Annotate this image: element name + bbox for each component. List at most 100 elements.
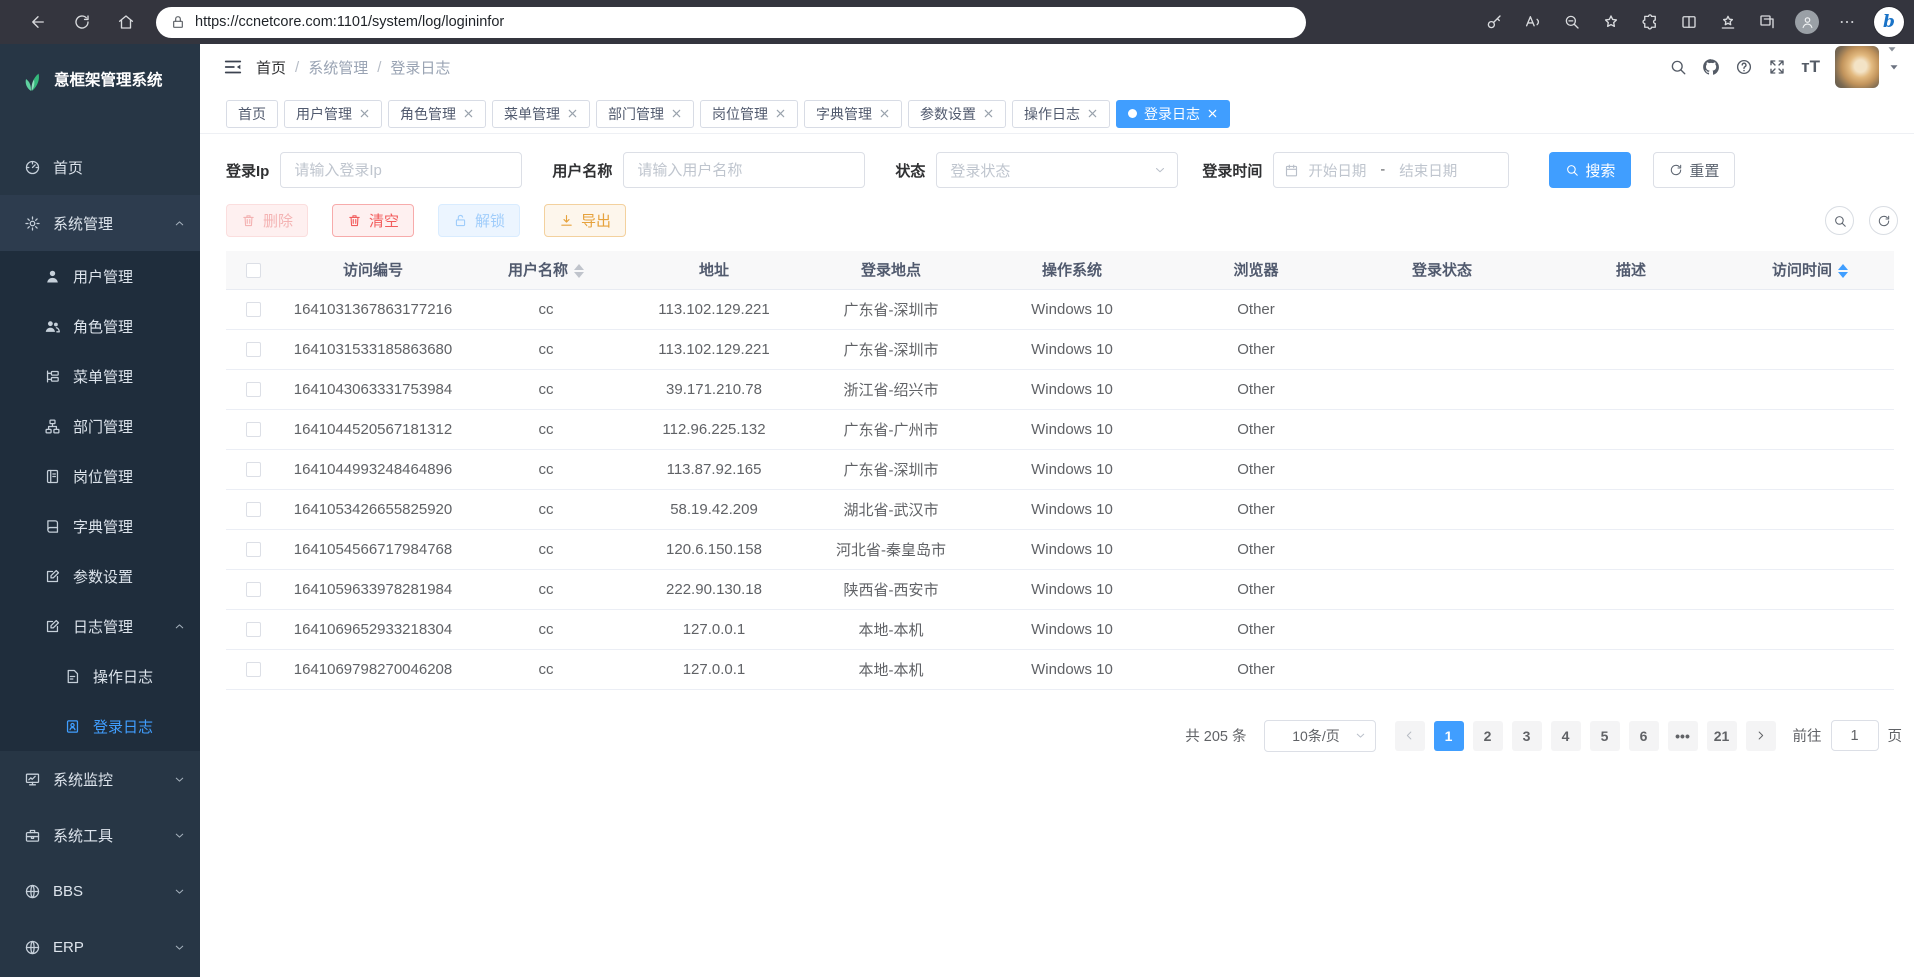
collections-icon[interactable] bbox=[1756, 11, 1778, 33]
table-cell: 120.6.150.158 bbox=[626, 529, 802, 569]
split-screen-icon[interactable] bbox=[1678, 11, 1700, 33]
font-size-icon[interactable]: тT bbox=[1801, 57, 1820, 77]
close-tab-icon[interactable] bbox=[463, 108, 474, 119]
row-checkbox[interactable] bbox=[246, 582, 261, 597]
tab-post[interactable]: 岗位管理 bbox=[700, 100, 798, 128]
prev-page-button[interactable] bbox=[1395, 721, 1425, 751]
page-button-6[interactable]: 6 bbox=[1629, 721, 1659, 751]
favorites-bar-icon[interactable] bbox=[1717, 11, 1739, 33]
ip-filter-input[interactable] bbox=[280, 152, 522, 188]
tab-dept[interactable]: 部门管理 bbox=[596, 100, 694, 128]
sidebar-item-dept[interactable]: 部门管理 bbox=[0, 401, 200, 451]
close-tab-icon[interactable] bbox=[983, 108, 994, 119]
page-button-2[interactable]: 2 bbox=[1473, 721, 1503, 751]
user-menu-caret-icon[interactable] bbox=[1888, 61, 1900, 73]
more-pages-button[interactable]: ••• bbox=[1668, 721, 1698, 751]
sidebar-item-loginlog[interactable]: 登录日志 bbox=[0, 701, 200, 751]
row-checkbox[interactable] bbox=[246, 462, 261, 477]
sidebar-item-role[interactable]: 角色管理 bbox=[0, 301, 200, 351]
sidebar-item-operlog[interactable]: 操作日志 bbox=[0, 651, 200, 701]
row-checkbox[interactable] bbox=[246, 662, 261, 677]
sidebar-item-post[interactable]: 岗位管理 bbox=[0, 451, 200, 501]
row-checkbox[interactable] bbox=[246, 502, 261, 517]
row-checkbox[interactable] bbox=[246, 622, 261, 637]
favorite-star-icon[interactable] bbox=[1600, 11, 1622, 33]
close-tab-icon[interactable] bbox=[1087, 108, 1098, 119]
search-icon[interactable] bbox=[1669, 58, 1687, 76]
zoom-out-icon[interactable] bbox=[1561, 11, 1583, 33]
bing-icon[interactable]: b bbox=[1874, 7, 1904, 37]
tab-menu[interactable]: 菜单管理 bbox=[492, 100, 590, 128]
username-filter-input[interactable] bbox=[623, 152, 865, 188]
home-icon[interactable] bbox=[115, 11, 137, 33]
page-button-21[interactable]: 21 bbox=[1707, 721, 1737, 751]
close-tab-icon[interactable] bbox=[1207, 108, 1218, 119]
extensions-puzzle-icon[interactable] bbox=[1639, 11, 1661, 33]
password-key-icon[interactable] bbox=[1483, 11, 1505, 33]
page-size-select[interactable]: 10条/页 bbox=[1264, 720, 1376, 752]
row-checkbox[interactable] bbox=[246, 302, 261, 317]
row-checkbox[interactable] bbox=[246, 422, 261, 437]
tab-home[interactable]: 首页 bbox=[226, 100, 278, 128]
read-aloud-icon[interactable] bbox=[1522, 11, 1544, 33]
unlock-button[interactable]: 解锁 bbox=[438, 204, 520, 237]
select-all-checkbox[interactable] bbox=[246, 263, 261, 278]
refresh-icon[interactable] bbox=[71, 11, 93, 33]
time-range-picker[interactable]: 开始日期 - 结束日期 bbox=[1273, 152, 1509, 188]
app-logo[interactable]: 意框架管理系统 bbox=[0, 44, 200, 114]
clear-button[interactable]: 清空 bbox=[332, 204, 414, 237]
show-search-toggle-button[interactable] bbox=[1825, 206, 1854, 235]
page-button-1[interactable]: 1 bbox=[1434, 721, 1464, 751]
user-avatar[interactable] bbox=[1835, 46, 1879, 88]
next-page-button[interactable] bbox=[1746, 721, 1776, 751]
profile-icon[interactable] bbox=[1795, 10, 1819, 34]
collapse-sidebar-icon[interactable] bbox=[222, 56, 244, 78]
breadcrumb-home[interactable]: 首页 bbox=[256, 57, 286, 78]
row-checkbox[interactable] bbox=[246, 542, 261, 557]
sidebar-item-bbs[interactable]: BBS bbox=[0, 863, 200, 919]
sidebar-item-param[interactable]: 参数设置 bbox=[0, 551, 200, 601]
close-tab-icon[interactable] bbox=[567, 108, 578, 119]
close-tab-icon[interactable] bbox=[775, 108, 786, 119]
more-dots-icon[interactable] bbox=[1836, 11, 1858, 33]
search-button[interactable]: 搜索 bbox=[1549, 152, 1631, 188]
tab-loginlog[interactable]: 登录日志 bbox=[1116, 100, 1230, 128]
row-checkbox[interactable] bbox=[246, 342, 261, 357]
tab-operlog[interactable]: 操作日志 bbox=[1012, 100, 1110, 128]
sidebar-item-monitor[interactable]: 系统监控 bbox=[0, 751, 200, 807]
reset-button[interactable]: 重置 bbox=[1653, 152, 1735, 188]
page-button-5[interactable]: 5 bbox=[1590, 721, 1620, 751]
sort-carets-icon[interactable] bbox=[1838, 264, 1848, 278]
back-icon[interactable] bbox=[27, 11, 49, 33]
refresh-table-button[interactable] bbox=[1869, 206, 1898, 235]
sidebar-item-system[interactable]: 系统管理 bbox=[0, 195, 200, 251]
sidebar-item-menu[interactable]: 菜单管理 bbox=[0, 351, 200, 401]
sort-carets-icon[interactable] bbox=[574, 264, 584, 278]
tab-param[interactable]: 参数设置 bbox=[908, 100, 1006, 128]
sidebar-item-tool[interactable]: 系统工具 bbox=[0, 807, 200, 863]
goto-page-input[interactable] bbox=[1831, 720, 1879, 751]
fullscreen-icon[interactable] bbox=[1768, 58, 1786, 76]
sidebar-item-erp[interactable]: ERP bbox=[0, 919, 200, 975]
tab-role[interactable]: 角色管理 bbox=[388, 100, 486, 128]
sidebar-item-home[interactable]: 首页 bbox=[0, 139, 200, 195]
page-button-4[interactable]: 4 bbox=[1551, 721, 1581, 751]
github-icon[interactable] bbox=[1702, 58, 1720, 76]
export-button[interactable]: 导出 bbox=[544, 204, 626, 237]
tab-dict[interactable]: 字典管理 bbox=[804, 100, 902, 128]
bing-dropdown-caret-icon[interactable] bbox=[1886, 42, 1898, 60]
sidebar-item-dict[interactable]: 字典管理 bbox=[0, 501, 200, 551]
close-tab-icon[interactable] bbox=[359, 108, 370, 119]
close-tab-icon[interactable] bbox=[671, 108, 682, 119]
delete-button[interactable]: 删除 bbox=[226, 204, 308, 237]
sidebar-item-log[interactable]: 日志管理 bbox=[0, 601, 200, 651]
status-filter-select[interactable]: 登录状态 bbox=[936, 152, 1178, 188]
row-checkbox[interactable] bbox=[246, 382, 261, 397]
question-help-icon[interactable] bbox=[1735, 58, 1753, 76]
page-button-3[interactable]: 3 bbox=[1512, 721, 1542, 751]
tab-user[interactable]: 用户管理 bbox=[284, 100, 382, 128]
close-tab-icon[interactable] bbox=[879, 108, 890, 119]
address-bar[interactable]: https://ccnetcore.com:1101/system/log/lo… bbox=[156, 7, 1306, 38]
sidebar-item-user[interactable]: 用户管理 bbox=[0, 251, 200, 301]
breadcrumb-system[interactable]: 系统管理 bbox=[308, 57, 368, 78]
